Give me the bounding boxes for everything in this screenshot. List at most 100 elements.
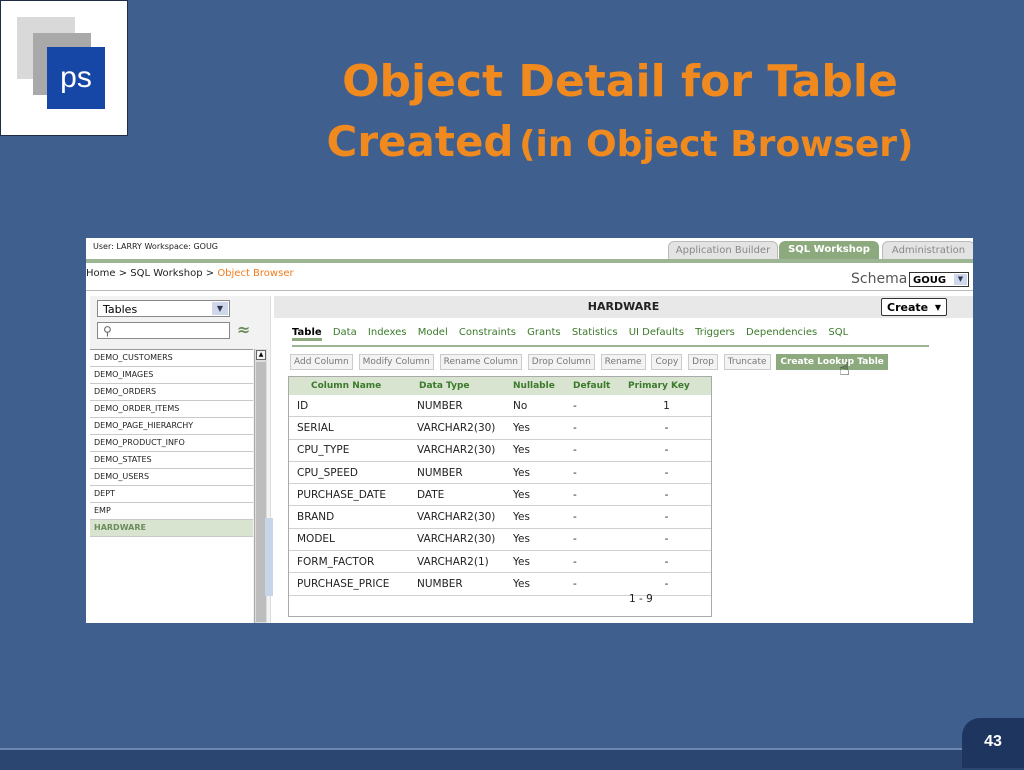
table-cell: 1: [622, 395, 711, 418]
table-cell: -: [622, 439, 711, 462]
table-cell: ID: [289, 395, 409, 418]
truncate-button[interactable]: Truncate: [723, 354, 771, 370]
table-cell: Yes: [507, 483, 567, 507]
column-header[interactable]: Nullable: [507, 377, 567, 395]
table-row: CPU_SPEED NUMBER Yes - -: [289, 461, 711, 485]
table-cell: VARCHAR2(30): [409, 416, 507, 440]
modify-column-button[interactable]: Modify Column: [358, 354, 434, 370]
table-title: HARDWARE: [274, 296, 973, 318]
table-cell: -: [567, 528, 622, 552]
table-row: PURCHASE_DATE DATE Yes - -: [289, 483, 711, 507]
table-cell: DATE: [409, 483, 507, 507]
search-icon: ⚲: [103, 324, 112, 338]
create-button[interactable]: Create ▼: [881, 298, 947, 316]
list-item-selected[interactable]: HARDWARE: [90, 520, 253, 537]
table-row: CPU_TYPE VARCHAR2(30) Yes - -: [289, 439, 711, 462]
table-cell: CPU_TYPE: [289, 439, 409, 462]
copy-button[interactable]: Copy: [651, 354, 683, 370]
rename-button[interactable]: Rename: [600, 354, 646, 370]
breadcrumb-current: Object Browser: [217, 268, 294, 279]
tab-administration[interactable]: Administration: [882, 241, 973, 261]
create-button-label: Create: [887, 301, 929, 314]
table-cell: -: [622, 572, 711, 596]
column-header[interactable]: Data Type: [409, 377, 507, 395]
list-item[interactable]: DEMO_PRODUCT_INFO: [90, 435, 253, 452]
scroll-up-icon[interactable]: ▲: [256, 350, 266, 360]
subtab-model[interactable]: Model: [418, 327, 448, 338]
object-type-select[interactable]: Tables ▼: [97, 300, 230, 317]
table-cell: -: [567, 439, 622, 462]
table-cell: PURCHASE_PRICE: [289, 572, 409, 596]
add-column-button[interactable]: Add Column: [290, 354, 353, 370]
panel-splitter[interactable]: [265, 518, 273, 596]
list-item[interactable]: EMP: [90, 503, 253, 520]
ps-logo: ps: [0, 0, 128, 136]
columns-table: Column Name Data Type Nullable Default P…: [289, 377, 711, 596]
search-input[interactable]: ⚲: [97, 322, 230, 339]
table-cell: MODEL: [289, 528, 409, 552]
chevron-down-icon: ▼: [212, 302, 228, 315]
subtab-indexes[interactable]: Indexes: [368, 327, 407, 338]
breadcrumb-path[interactable]: Home > SQL Workshop >: [86, 268, 217, 279]
list-item[interactable]: DEMO_USERS: [90, 469, 253, 486]
chevron-down-icon: ▼: [954, 274, 967, 285]
logo-square-blue: ps: [47, 47, 105, 109]
column-header[interactable]: Primary Key: [622, 377, 711, 395]
list-item[interactable]: DEPT: [90, 486, 253, 503]
tab-application-builder[interactable]: Application Builder: [668, 241, 778, 261]
column-header[interactable]: Column Name: [289, 377, 409, 395]
table-row: SERIAL VARCHAR2(30) Yes - -: [289, 416, 711, 440]
tab-sql-workshop[interactable]: SQL Workshop: [779, 241, 879, 259]
table-cell: Yes: [507, 505, 567, 529]
subtab-sql[interactable]: SQL: [828, 327, 848, 338]
table-cell: -: [567, 483, 622, 507]
object-browser-panel: Tables ▼ ⚲ ≈ DEMO_CUSTOMERS DEMO_IMAGES …: [90, 296, 271, 623]
table-cell: VARCHAR2(30): [409, 528, 507, 552]
subtab-constraints[interactable]: Constraints: [459, 327, 516, 338]
table-cell: -: [567, 572, 622, 596]
schema-select[interactable]: GOUG ▼: [909, 272, 969, 287]
refresh-icon[interactable]: ≈: [237, 320, 250, 339]
pagination-label: 1 - 9: [629, 593, 653, 605]
table-cell: NUMBER: [409, 395, 507, 418]
app-topbar: User: LARRY Workspace: GOUG Application …: [86, 238, 973, 261]
list-item[interactable]: DEMO_PAGE_HIERARCHY: [90, 418, 253, 435]
subtab-triggers[interactable]: Triggers: [695, 327, 735, 338]
table-cell: -: [567, 416, 622, 440]
subtab-grants[interactable]: Grants: [527, 327, 560, 338]
footer-bar: [0, 748, 1024, 770]
breadcrumb: Home > SQL Workshop > Object Browser: [86, 268, 294, 279]
app-screenshot: User: LARRY Workspace: GOUG Application …: [86, 238, 973, 623]
column-header[interactable]: Default: [567, 377, 622, 395]
page-number: 43: [984, 733, 1002, 750]
table-cell: -: [567, 461, 622, 485]
user-info: User: LARRY Workspace: GOUG: [93, 242, 218, 251]
table-cell: BRAND: [289, 505, 409, 529]
list-item[interactable]: DEMO_ORDERS: [90, 384, 253, 401]
rename-column-button[interactable]: Rename Column: [439, 354, 522, 370]
table-row: ID NUMBER No -1: [289, 395, 711, 418]
subtab-statistics[interactable]: Statistics: [572, 327, 618, 338]
list-item[interactable]: DEMO_CUSTOMERS: [90, 350, 253, 367]
table-cell: -: [622, 483, 711, 507]
subtab-table[interactable]: Table: [292, 327, 322, 341]
table-cell: NUMBER: [409, 461, 507, 485]
table-cell: -: [622, 416, 711, 440]
create-lookup-table-button[interactable]: Create Lookup Table: [776, 354, 888, 370]
table-cell: -: [622, 528, 711, 552]
table-cell: SERIAL: [289, 416, 409, 440]
subtab-data[interactable]: Data: [333, 327, 357, 338]
action-buttons: Add Column Modify Column Rename Column D…: [290, 354, 891, 370]
table-cell: PURCHASE_DATE: [289, 483, 409, 507]
subtab-ui-defaults[interactable]: UI Defaults: [629, 327, 684, 338]
subtab-dependencies[interactable]: Dependencies: [746, 327, 817, 338]
list-item[interactable]: DEMO_IMAGES: [90, 367, 253, 384]
slide-title: Object Detail for Table Created (in Obje…: [240, 52, 1000, 181]
drop-button[interactable]: Drop: [688, 354, 718, 370]
table-cell: -: [622, 461, 711, 485]
drop-column-button[interactable]: Drop Column: [527, 354, 595, 370]
table-cell: VARCHAR2(1): [409, 550, 507, 574]
list-item[interactable]: DEMO_ORDER_ITEMS: [90, 401, 253, 418]
list-item[interactable]: DEMO_STATES: [90, 452, 253, 469]
table-cell: No: [507, 395, 567, 418]
